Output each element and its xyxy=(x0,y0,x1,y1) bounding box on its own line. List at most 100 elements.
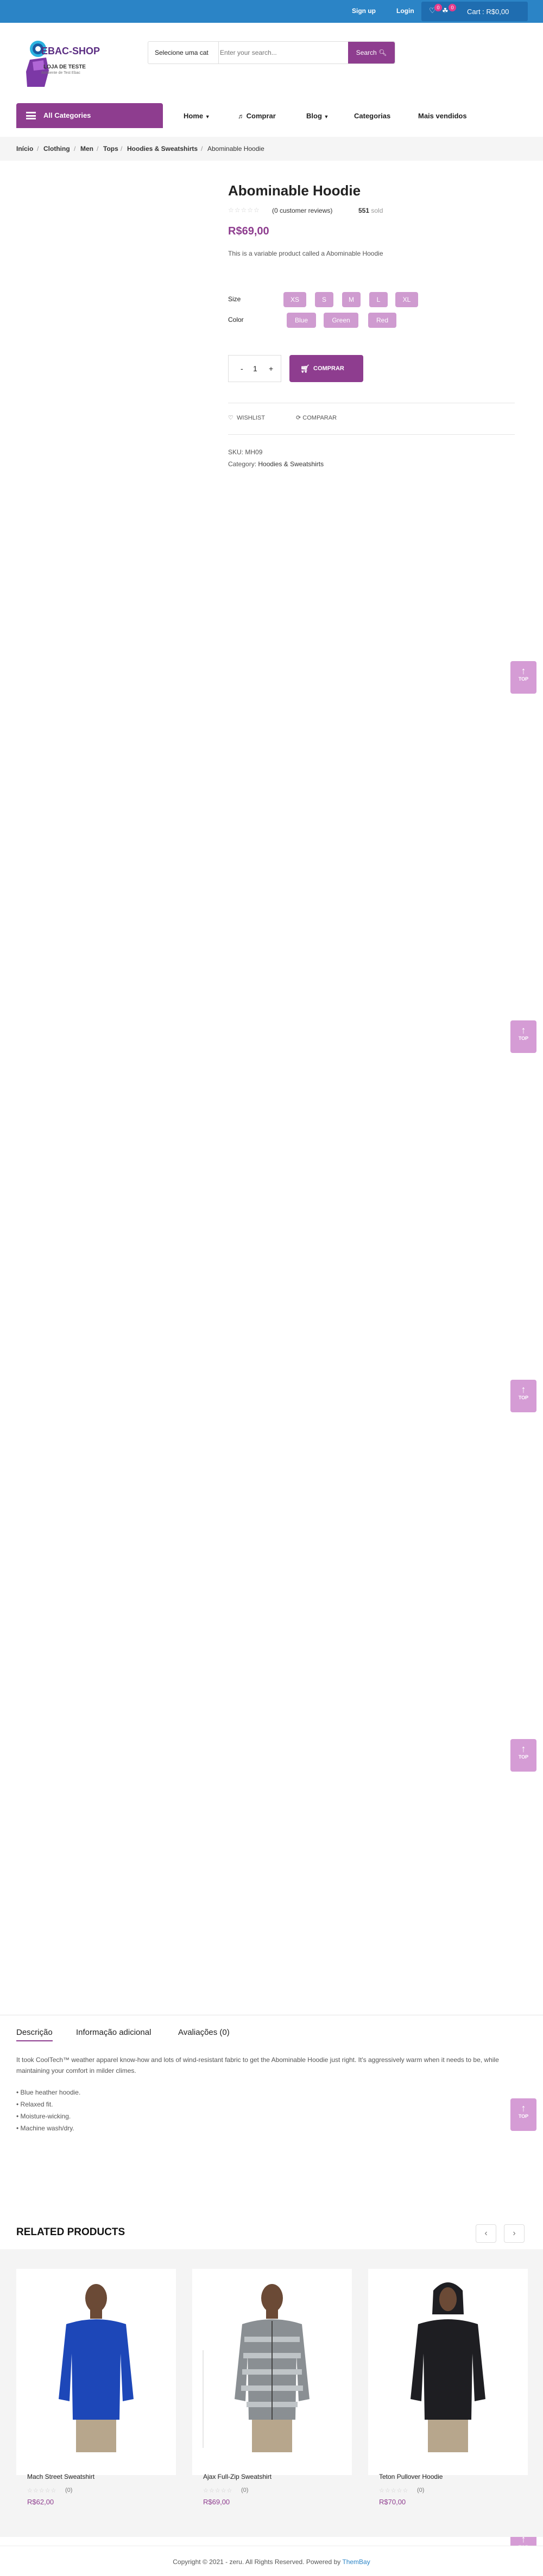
size-option-s[interactable]: S xyxy=(315,292,333,307)
cart-icon: 🛒︎ xyxy=(300,364,310,373)
product-sku: SKU: MH09 xyxy=(228,448,262,456)
compare-label: COMPARAR xyxy=(302,415,337,421)
hamburger-icon xyxy=(26,112,36,119)
product-card-price: R$70,00 xyxy=(379,2498,406,2506)
nav-item-mais-vendidos[interactable]: Mais vendidos xyxy=(418,112,467,120)
shopping-bag-icon: ☘ xyxy=(442,7,449,15)
customer-reviews-link[interactable]: (0 customer reviews) xyxy=(272,207,332,214)
product-title: Abominable Hoodie xyxy=(228,182,361,199)
top-bar: Sign up Login ♡ 0 ☘ 0 Cart : R$0,00 xyxy=(0,0,543,23)
signup-link[interactable]: Sign up xyxy=(352,7,376,15)
increase-quantity-button[interactable]: + xyxy=(269,364,273,373)
rating-stars: ☆☆☆☆☆ xyxy=(203,2488,233,2494)
back-to-top-button[interactable]: ↑TOP xyxy=(510,2098,536,2131)
breadcrumb-inicio[interactable]: Início xyxy=(16,145,33,153)
size-label: Size xyxy=(228,295,241,303)
add-to-cart-button[interactable]: 🛒︎ COMPRAR xyxy=(289,355,363,382)
search-button[interactable]: Search 🔍︎ xyxy=(348,42,395,64)
product-card-price: R$62,00 xyxy=(27,2498,54,2506)
back-to-top-button[interactable]: ↑TOP xyxy=(510,1739,536,1772)
logo-subtitle: LOJA DE TESTE xyxy=(43,64,86,70)
back-to-top-button[interactable]: ↑TOP xyxy=(510,661,536,694)
quantity-value[interactable]: 1 xyxy=(253,364,257,373)
nav-item-categorias[interactable]: Categorias xyxy=(354,112,390,120)
product-card-name[interactable]: Teton Pullover Hoodie xyxy=(379,2473,443,2480)
copyright-label: Copyright © 2021 - zeru. All Rights Rese… xyxy=(173,2558,341,2566)
sku-value: MH09 xyxy=(245,448,263,456)
product-image[interactable] xyxy=(192,2269,352,2464)
category-select[interactable]: Selecione uma cat xyxy=(148,42,219,64)
breadcrumb-separator: / xyxy=(121,145,123,153)
breadcrumb-hoodies[interactable]: Hoodies & Sweatshirts xyxy=(127,145,198,153)
breadcrumb-men[interactable]: Men xyxy=(80,145,93,153)
compare-button[interactable]: ⟳ COMPARAR xyxy=(296,414,337,421)
product-category: Category: Hoodies & Sweatshirts xyxy=(228,460,324,468)
size-option-xl[interactable]: XL xyxy=(395,292,418,307)
description-bullet: • Blue heather hoodie. xyxy=(16,2089,81,2096)
color-option-blue[interactable]: Blue xyxy=(287,313,316,328)
size-option-m[interactable]: M xyxy=(342,292,361,307)
arrow-up-icon: ↑ xyxy=(521,665,526,676)
tab-descricao[interactable]: Descrição xyxy=(16,2028,53,2041)
chevron-down-icon: ▼ xyxy=(205,114,210,119)
product-card[interactable]: Ajax Full-Zip Sweatshirt xyxy=(192,2269,352,2480)
breadcrumb: Início / Clothing / Men / Tops / Hoodies… xyxy=(0,137,543,161)
quantity-stepper: - 1 + xyxy=(228,355,281,382)
breadcrumb-current: Abominable Hoodie xyxy=(207,145,264,153)
back-to-top-button[interactable]: ↑TOP xyxy=(510,1380,536,1412)
sold-number: 551 xyxy=(358,207,370,214)
to-top-label: TOP xyxy=(518,1395,529,1400)
carousel-prev-button[interactable]: ‹ xyxy=(476,2224,496,2243)
color-option-red[interactable]: Red xyxy=(368,313,396,328)
product-card-name[interactable]: Ajax Full-Zip Sweatshirt xyxy=(203,2473,272,2480)
product-image[interactable] xyxy=(368,2269,528,2464)
breadcrumb-clothing[interactable]: Clothing xyxy=(43,145,70,153)
all-categories-label: All Categories xyxy=(43,111,91,119)
to-top-label: TOP xyxy=(518,1036,529,1041)
all-categories-button[interactable]: All Categories xyxy=(16,103,163,128)
color-label: Color xyxy=(228,316,244,323)
cart-count-badge: 0 xyxy=(449,4,456,11)
size-option-xs[interactable]: XS xyxy=(283,292,306,307)
product-card-rating: (0) xyxy=(417,2487,425,2493)
rating-stars: ☆☆☆☆☆ xyxy=(228,206,260,214)
wishlist-count-badge: 0 xyxy=(434,4,442,11)
tab-avaliacoes[interactable]: Avaliações (0) xyxy=(178,2028,230,2037)
nav-item-comprar[interactable]: ♬ Comprar xyxy=(238,112,276,120)
arrow-up-icon: ↑ xyxy=(521,1743,526,1754)
sku-label: SKU: xyxy=(228,448,244,456)
breadcrumb-tops[interactable]: Tops xyxy=(103,145,118,153)
carousel-next-button[interactable]: › xyxy=(504,2224,525,2243)
powered-by-link[interactable]: ThemBay xyxy=(342,2558,370,2566)
nav-item-home[interactable]: Home ▼ xyxy=(184,112,210,120)
product-card[interactable]: Teton Pullover Hoodie xyxy=(368,2269,528,2480)
product-card-price: R$69,00 xyxy=(203,2498,230,2506)
category-link[interactable]: Hoodies & Sweatshirts xyxy=(258,460,324,468)
logo-title: EBAC-SHOP xyxy=(41,46,100,56)
product-card-name[interactable]: Mach Street Sweatshirt xyxy=(27,2473,94,2480)
breadcrumb-separator: / xyxy=(97,145,99,153)
search-input[interactable] xyxy=(220,45,345,60)
color-option-green[interactable]: Green xyxy=(324,313,358,328)
add-to-cart-label: COMPRAR xyxy=(313,365,344,372)
product-card-rating: (0) xyxy=(65,2487,73,2493)
product-image[interactable] xyxy=(16,2269,176,2464)
product-card-rating: (0) xyxy=(241,2487,249,2493)
description-bullet: • Relaxed fit. xyxy=(16,2101,53,2108)
product-card[interactable]: Mach Street Sweatshirt xyxy=(16,2269,176,2480)
to-top-label: TOP xyxy=(518,1754,529,1760)
wishlist-button[interactable]: ♡ WISHLIST xyxy=(228,414,265,421)
login-link[interactable]: Login xyxy=(396,7,414,15)
arrow-up-icon: ↑ xyxy=(521,1025,526,1036)
nav-item-blog[interactable]: Blog ▼ xyxy=(306,112,329,120)
arrow-up-icon: ↑ xyxy=(521,1384,526,1395)
breadcrumb-separator: / xyxy=(74,145,76,153)
back-to-top-button[interactable]: ↑TOP xyxy=(510,1020,536,1053)
decrease-quantity-button[interactable]: - xyxy=(241,364,243,373)
cart-total[interactable]: Cart : R$0,00 xyxy=(467,8,509,16)
nav-blog-label: Blog xyxy=(306,112,322,120)
size-option-l[interactable]: L xyxy=(369,292,388,307)
tab-informacao-adicional[interactable]: Informação adicional xyxy=(76,2028,151,2037)
to-top-label: TOP xyxy=(518,676,529,682)
cart-button[interactable]: ♡ 0 ☘ 0 Cart : R$0,00 xyxy=(421,2,528,21)
